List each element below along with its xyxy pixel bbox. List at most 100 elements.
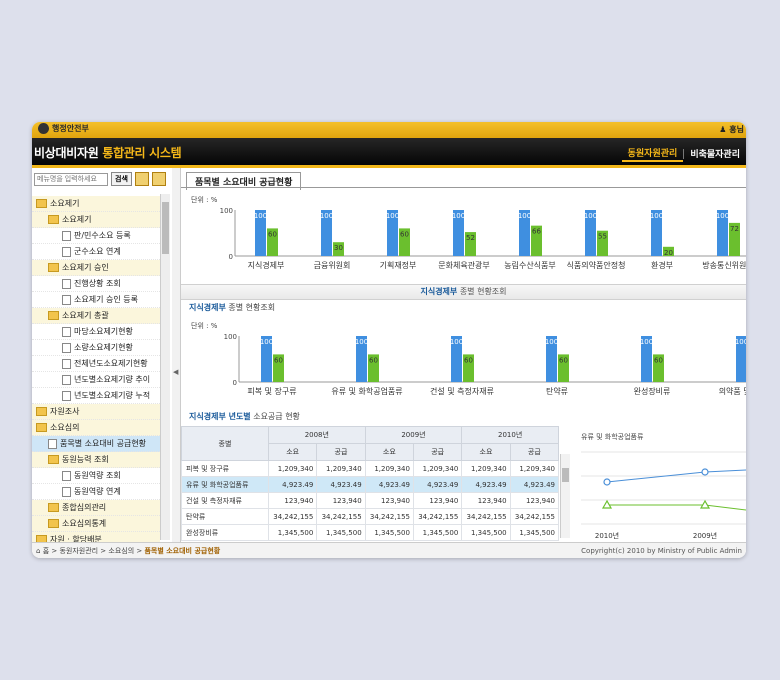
sidebar-item-label: 소요심의 bbox=[50, 423, 80, 432]
table-cell: 1,209,340 bbox=[267, 460, 318, 477]
sidebar-item[interactable]: 소요심의 bbox=[32, 420, 160, 436]
sidebar-item[interactable]: 품목별 소요대비 공급현황 bbox=[32, 436, 160, 452]
sidebar-item[interactable]: 동원역량 조회 bbox=[32, 468, 160, 484]
sidebar-item[interactable]: 소요제기 bbox=[32, 212, 160, 228]
sidebar-item[interactable]: 소요제기 승인 bbox=[32, 260, 160, 276]
table-row[interactable]: 유류 및 화학공업품류 4,923.49 4,923.49 4,923.49 4,923… bbox=[181, 476, 560, 493]
collapse-arrow-icon: ◀ bbox=[173, 368, 179, 376]
table-row[interactable]: 피복 및 장구류 1,209,340 1,209,340 1,209,340 1,209… bbox=[181, 460, 560, 477]
sidebar-item[interactable]: 종합심의관리 bbox=[32, 500, 160, 516]
bar-value-label: 100 bbox=[716, 212, 729, 220]
table-scroll-thumb[interactable] bbox=[562, 468, 569, 482]
menu-search-input[interactable] bbox=[34, 172, 108, 186]
y-tick-label: 100 bbox=[220, 207, 233, 215]
sidebar-item[interactable]: 동원역량 연계 bbox=[32, 484, 160, 500]
x-tick-label: 농림수산식품부 bbox=[504, 260, 556, 270]
home-icon[interactable]: ⌂ bbox=[36, 547, 40, 555]
sidebar-item[interactable]: 자원조사 bbox=[32, 404, 160, 420]
bar-value-label: 100 bbox=[450, 338, 463, 346]
bar-value-label: 100 bbox=[584, 212, 597, 220]
x-tick-label: 완성장비류 bbox=[634, 386, 671, 396]
table-row[interactable]: 건설 및 측정자재류 123,940 123,940 123,940 123,940 12… bbox=[181, 492, 560, 509]
x-tick-label: 유류 및 화학공업품류 bbox=[331, 386, 402, 396]
x-tick-label: 2010년 bbox=[595, 531, 619, 540]
table-cell: 1,209,340 bbox=[316, 460, 366, 477]
sidebar-item[interactable]: 소요심의통계 bbox=[32, 516, 160, 532]
bar-value-label: 100 bbox=[386, 212, 399, 220]
app-header: 비상대비자원 통합관리 시스템 동원자원관리 비축물자관리 bbox=[32, 138, 746, 165]
table-cell: 4,923.49 bbox=[412, 476, 463, 493]
sidebar-item-label: 동원능력 조회 bbox=[62, 455, 109, 464]
folder-icon bbox=[36, 423, 47, 432]
sidebar-item[interactable]: 판/민수소요 등록 bbox=[32, 228, 160, 244]
sidebar-item[interactable]: 진행상황 조회 bbox=[32, 276, 160, 292]
sidebar-item[interactable]: 군수소요 연계 bbox=[32, 244, 160, 260]
sidebar-item-label: 전체년도소요제기현황 bbox=[74, 359, 148, 368]
row-name: 건설 및 측정자재류 bbox=[181, 492, 269, 509]
breadcrumb-path[interactable]: 홈 > 동원자원관리 > 소요심의 > bbox=[43, 547, 145, 555]
sidebar-item-label: 소요제기 bbox=[62, 215, 92, 224]
sidebar-collapse-handle[interactable]: ◀ bbox=[172, 168, 181, 542]
table-cell: 1,345,500 bbox=[267, 524, 318, 541]
user-label: 홍님 bbox=[729, 125, 744, 134]
menu-search: 검색 bbox=[34, 172, 166, 186]
sidebar: 검색 소요제기소요제기판/민수소요 등록군수소요 연계소요제기 승인진행상황 조… bbox=[32, 168, 173, 548]
table-cell: 1,345,500 bbox=[509, 524, 560, 541]
sidebar-scrollbar[interactable] bbox=[160, 194, 170, 540]
sidebar-item[interactable]: 소량소요제기현황 bbox=[32, 340, 160, 356]
folder-icon bbox=[36, 199, 47, 208]
section-title-category: 지식경제부 종별 현황조회 bbox=[189, 302, 275, 313]
sidebar-item[interactable]: 소요제기 bbox=[32, 196, 160, 212]
folder-icon bbox=[48, 519, 59, 528]
table-cell: 123,940 bbox=[412, 492, 463, 509]
line-chart-title: 유류 및 화학공업품류 bbox=[581, 432, 644, 441]
folder-icon bbox=[48, 503, 59, 512]
menu-stockpile[interactable]: 비축물자관리 bbox=[684, 146, 746, 161]
search-button[interactable]: 검색 bbox=[111, 172, 132, 186]
collapse-all-icon[interactable] bbox=[151, 172, 166, 186]
panel-title-bold: 지식경제부 bbox=[420, 287, 458, 296]
user-menu[interactable]: ♟ 홍님 bbox=[719, 124, 744, 135]
x-tick-label: 기획재정부 bbox=[380, 260, 417, 270]
sidebar-item[interactable]: 소요제기 승인 등록 bbox=[32, 292, 160, 308]
sidebar-item-label: 종합심의관리 bbox=[62, 503, 107, 512]
app-window: 행정안전부 ♟ 홍님 비상대비자원 통합관리 시스템 동원자원관리 비축물자관리… bbox=[32, 122, 746, 558]
sub-header: 공급 bbox=[412, 443, 463, 461]
expand-all-icon[interactable] bbox=[134, 172, 149, 186]
table-scrollbar[interactable] bbox=[560, 454, 570, 538]
table-cell: 1,209,340 bbox=[412, 460, 463, 477]
bar-value-label: 72 bbox=[730, 225, 739, 233]
section2-bold: 지식경제부 년도별 bbox=[189, 412, 251, 421]
section1-bold: 지식경제부 bbox=[189, 303, 226, 312]
sidebar-scroll-thumb[interactable] bbox=[162, 202, 169, 254]
sidebar-item-label: 마당소요제기현황 bbox=[74, 327, 133, 336]
top-bar: 행정안전부 ♟ 홍님 bbox=[32, 122, 746, 138]
sub-header: 소요 bbox=[364, 443, 414, 461]
sidebar-item-label: 소량소요제기현황 bbox=[74, 343, 133, 352]
sidebar-item[interactable]: 소요제기 총괄 bbox=[32, 308, 160, 324]
x-tick-label: 식품의약품안정청 bbox=[567, 260, 626, 270]
menu-mobilization-resource[interactable]: 동원자원관리 bbox=[621, 145, 684, 162]
panel-title: 지식경제부 종별 현황조회 bbox=[181, 284, 746, 300]
sidebar-item[interactable]: 년도별소요제기량 추이 bbox=[32, 372, 160, 388]
sidebar-item[interactable]: 동원능력 조회 bbox=[32, 452, 160, 468]
table-row[interactable]: 완성장비류 1,345,500 1,345,500 1,345,500 1,345,50… bbox=[181, 524, 560, 541]
bar-value-label: 60 bbox=[400, 230, 409, 238]
bar-value-label: 100 bbox=[254, 212, 267, 220]
bar-value-label: 60 bbox=[268, 230, 277, 238]
bar-value-label: 20 bbox=[664, 249, 673, 257]
y-tick-label: 0 bbox=[233, 379, 237, 387]
org-logo[interactable]: 행정안전부 bbox=[38, 123, 89, 134]
app-title: 비상대비자원 통합관리 시스템 bbox=[34, 144, 182, 161]
x-tick-label: 의약품 및 의료기 bbox=[719, 386, 746, 396]
series-marker bbox=[701, 468, 709, 476]
table-cell: 34,242,155 bbox=[412, 508, 463, 525]
bar-value-label: 60 bbox=[274, 356, 283, 364]
sidebar-item-label: 진행상황 조회 bbox=[74, 279, 121, 288]
folder-icon bbox=[48, 215, 59, 224]
table-row[interactable]: 탄약류 34,242,155 34,242,155 34,242,155 34,242,… bbox=[181, 508, 560, 525]
unit-label: 단위 : % bbox=[191, 195, 218, 204]
sidebar-item[interactable]: 마당소요제기현황 bbox=[32, 324, 160, 340]
sidebar-item[interactable]: 년도별소요제기량 누적 bbox=[32, 388, 160, 404]
sidebar-item[interactable]: 전체년도소요제기현황 bbox=[32, 356, 160, 372]
